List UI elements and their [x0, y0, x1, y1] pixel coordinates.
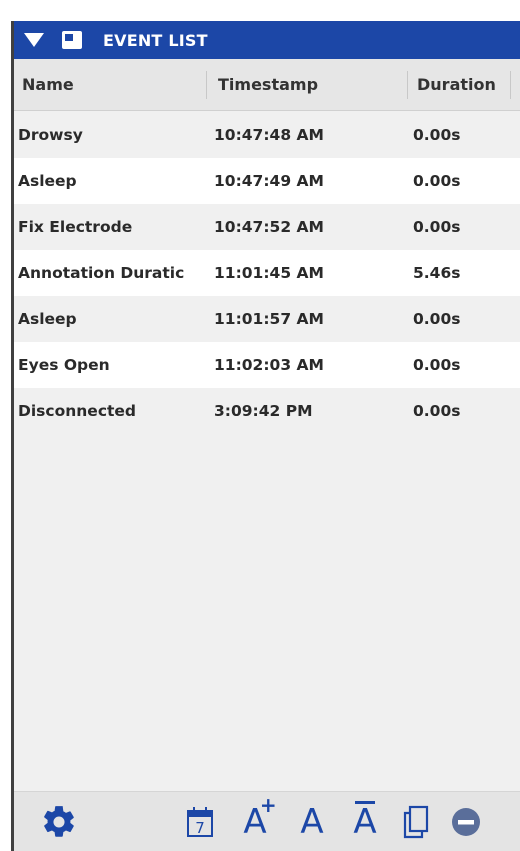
column-divider[interactable] [407, 71, 408, 99]
event-timestamp: 10:47:52 AM [214, 218, 324, 236]
event-duration: 0.00s [413, 218, 461, 236]
table-row[interactable]: Disconnected 3:09:42 PM 0.00s [14, 388, 520, 434]
event-toolbar: 7 A + A A [14, 791, 520, 851]
column-divider[interactable] [510, 71, 511, 99]
table-row[interactable]: Eyes Open 11:02:03 AM 0.00s [14, 342, 520, 388]
event-timestamp: 11:01:57 AM [214, 310, 324, 328]
event-name: Disconnected [18, 402, 137, 420]
event-name: Asleep [18, 172, 77, 190]
event-duration: 0.00s [413, 310, 461, 328]
window-icon[interactable] [62, 31, 82, 49]
panel-title: EVENT LIST [103, 30, 208, 50]
event-duration: 0.00s [413, 402, 461, 420]
event-timestamp: 10:47:49 AM [214, 172, 324, 190]
event-duration: 5.46s [413, 264, 461, 282]
font-decrease-icon[interactable]: A [344, 800, 386, 844]
event-name: Annotation Duratic [18, 264, 185, 282]
event-name: Drowsy [18, 126, 83, 144]
event-duration: 0.00s [413, 356, 461, 374]
copy-icon[interactable] [396, 800, 436, 844]
font-decrease-letter: A [353, 802, 377, 842]
table-header: Name Timestamp Duration [14, 59, 520, 111]
event-duration: 0.00s [413, 126, 461, 144]
table-row[interactable]: Asleep 11:01:57 AM 0.00s [14, 296, 520, 342]
event-name: Fix Electrode [18, 218, 133, 236]
event-table-body: Drowsy 10:47:48 AM 0.00s Asleep 10:47:49… [14, 112, 520, 434]
event-timestamp: 3:09:42 PM [214, 402, 313, 420]
event-timestamp: 10:47:48 AM [214, 126, 324, 144]
event-list-panel: EVENT LIST Name Timestamp Duration Drows… [11, 21, 520, 851]
calendar-icon[interactable]: 7 [182, 800, 218, 844]
column-header-duration[interactable]: Duration [417, 59, 496, 111]
font-reset-icon[interactable]: A [292, 800, 332, 844]
table-row[interactable]: Asleep 10:47:49 AM 0.00s [14, 158, 520, 204]
remove-icon[interactable] [446, 800, 486, 844]
table-row[interactable]: Fix Electrode 10:47:52 AM 0.00s [14, 204, 520, 250]
font-increase-icon[interactable]: A + [232, 795, 278, 844]
font-reset-letter: A [300, 802, 324, 842]
calendar-day: 7 [195, 819, 205, 837]
column-divider[interactable] [206, 71, 207, 99]
column-header-name[interactable]: Name [22, 59, 74, 111]
panel-title-bar: EVENT LIST [14, 21, 520, 59]
font-increase-plus: + [259, 793, 277, 817]
table-row[interactable]: Drowsy 10:47:48 AM 0.00s [14, 112, 520, 158]
column-header-timestamp[interactable]: Timestamp [218, 59, 318, 111]
collapse-icon[interactable] [24, 33, 44, 47]
event-name: Eyes Open [18, 356, 110, 374]
table-row[interactable]: Annotation Duratic 11:01:45 AM 5.46s [14, 250, 520, 296]
gear-icon[interactable] [36, 800, 82, 844]
event-timestamp: 11:02:03 AM [214, 356, 324, 374]
event-timestamp: 11:01:45 AM [214, 264, 324, 282]
event-duration: 0.00s [413, 172, 461, 190]
event-name: Asleep [18, 310, 77, 328]
